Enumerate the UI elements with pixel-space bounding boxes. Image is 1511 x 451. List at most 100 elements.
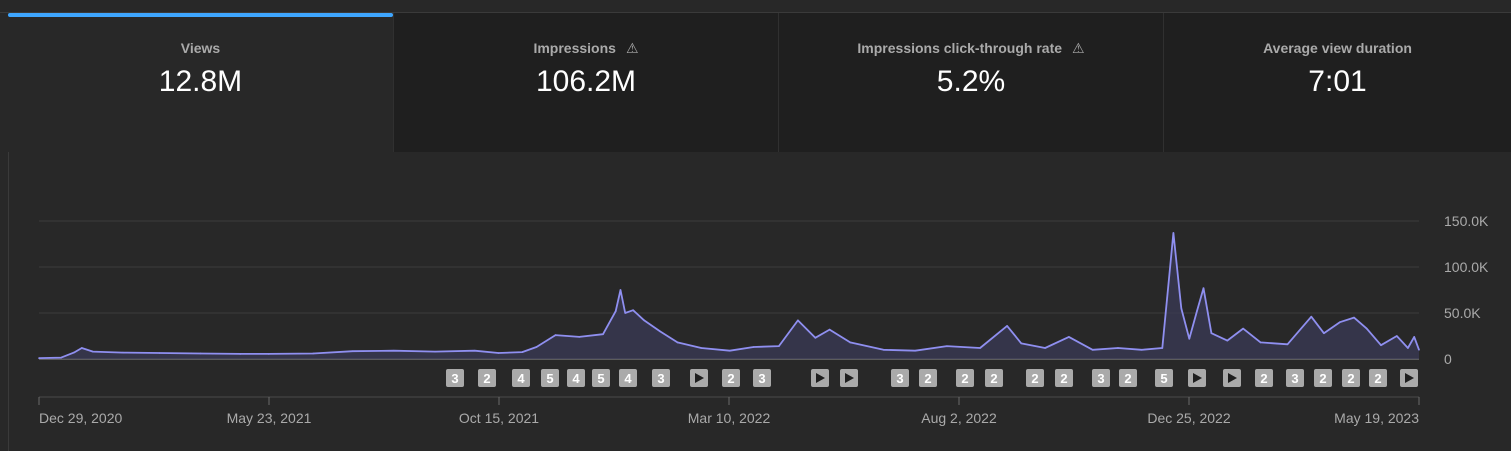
data-point: [752, 346, 755, 348]
chart-marker[interactable]: 4: [567, 369, 585, 387]
data-point: [1353, 316, 1355, 319]
marker-count: 2: [990, 371, 997, 386]
marker-count: 5: [546, 371, 553, 386]
chart-marker[interactable]: 2: [1055, 369, 1073, 387]
chart-marker[interactable]: 3: [753, 369, 771, 387]
y-tick-label: 0: [1444, 351, 1452, 367]
data-point: [122, 351, 124, 354]
marker-count: 4: [572, 371, 580, 386]
chart-marker[interactable]: 2: [985, 369, 1003, 387]
chart-marker[interactable]: 2: [919, 369, 937, 387]
x-tick-label: Oct 15, 2021: [459, 410, 539, 426]
chart-marker[interactable]: 2: [1369, 369, 1387, 387]
y-tick-label: 100.0K: [1444, 259, 1489, 275]
data-point: [1020, 342, 1023, 345]
marker-count: 2: [1319, 371, 1326, 386]
marker-count: 3: [1097, 371, 1104, 386]
data-point: [659, 330, 661, 333]
chart-marker[interactable]: [811, 369, 829, 387]
chart-marker[interactable]: 2: [1026, 369, 1044, 387]
chart-marker[interactable]: 2: [1255, 369, 1273, 387]
chart-marker[interactable]: 2: [478, 369, 496, 387]
y-tick-label: 50.0K: [1444, 305, 1481, 321]
marker-count: 3: [758, 371, 765, 386]
data-point: [797, 319, 799, 322]
chart-marker[interactable]: 3: [652, 369, 670, 387]
marker-count: 2: [1374, 371, 1381, 386]
chart-marker[interactable]: 2: [722, 369, 740, 387]
data-point: [578, 336, 581, 338]
data-point: [602, 333, 604, 335]
data-point: [1413, 336, 1416, 338]
data-point: [814, 337, 817, 339]
chart-marker[interactable]: 4: [619, 369, 637, 387]
data-point: [1418, 349, 1420, 351]
data-point: [1140, 349, 1143, 351]
chart-marker[interactable]: [1400, 369, 1418, 387]
marker-count: 4: [517, 371, 525, 386]
data-point: [728, 349, 731, 352]
data-point: [1323, 332, 1325, 335]
chart-marker[interactable]: [1188, 369, 1206, 387]
chart-marker[interactable]: 2: [1119, 369, 1137, 387]
marker-count: 4: [624, 371, 632, 386]
chart-marker[interactable]: 3: [891, 369, 909, 387]
marker-count: 2: [1060, 371, 1067, 386]
data-point: [434, 350, 436, 353]
marker-count: 2: [961, 371, 968, 386]
y-tick-label: 150.0K: [1444, 213, 1489, 229]
data-point: [700, 347, 703, 349]
chart-marker[interactable]: 5: [592, 369, 610, 387]
data-point: [624, 312, 627, 314]
data-point: [676, 341, 679, 344]
data-point: [1365, 327, 1368, 330]
chart-marker[interactable]: 5: [1155, 369, 1173, 387]
marker-count: 2: [727, 371, 734, 386]
data-point: [554, 334, 557, 336]
chart-marker[interactable]: 3: [1092, 369, 1110, 387]
data-point: [1310, 315, 1313, 318]
data-point: [778, 345, 780, 347]
data-point: [882, 349, 885, 351]
chart-marker[interactable]: 3: [446, 369, 464, 387]
marker-count: 3: [657, 371, 664, 386]
marker-count: 2: [1124, 371, 1131, 386]
marker-count: 5: [1160, 371, 1167, 386]
x-tick-label: Dec 25, 2022: [1147, 410, 1230, 426]
chart-marker[interactable]: 4: [512, 369, 530, 387]
marker-count: 5: [597, 371, 604, 386]
data-point: [1196, 309, 1198, 312]
x-tick-label: Mar 10, 2022: [688, 410, 771, 426]
data-point: [1161, 347, 1164, 349]
data-point: [1180, 307, 1183, 310]
marker-count: 3: [451, 371, 458, 386]
data-point: [393, 349, 395, 352]
chart-marker[interactable]: [1223, 369, 1241, 387]
marker-count: 2: [483, 371, 490, 386]
data-point: [849, 341, 852, 344]
series-area: [39, 233, 1419, 359]
data-point: [497, 352, 500, 354]
data-point: [351, 350, 354, 352]
data-point: [535, 346, 538, 348]
chart-marker[interactable]: 2: [956, 369, 974, 387]
data-point: [1396, 335, 1398, 337]
data-point: [632, 309, 634, 312]
data-point: [1006, 325, 1008, 327]
chart-marker[interactable]: 5: [541, 369, 559, 387]
data-point: [1259, 341, 1262, 344]
x-tick-label: May 23, 2021: [227, 410, 312, 426]
chart-marker[interactable]: 2: [1314, 369, 1332, 387]
chart-marker[interactable]: 3: [1286, 369, 1304, 387]
data-point: [1407, 347, 1409, 349]
chart-marker[interactable]: [840, 369, 858, 387]
data-point: [614, 310, 617, 312]
chart-marker[interactable]: [690, 369, 708, 387]
data-point: [1188, 337, 1191, 340]
chart-marker[interactable]: 2: [1342, 369, 1360, 387]
marker-count: 3: [896, 371, 903, 386]
data-point: [80, 347, 83, 349]
data-point: [92, 350, 94, 353]
data-point: [1068, 336, 1070, 338]
data-point: [60, 356, 62, 359]
